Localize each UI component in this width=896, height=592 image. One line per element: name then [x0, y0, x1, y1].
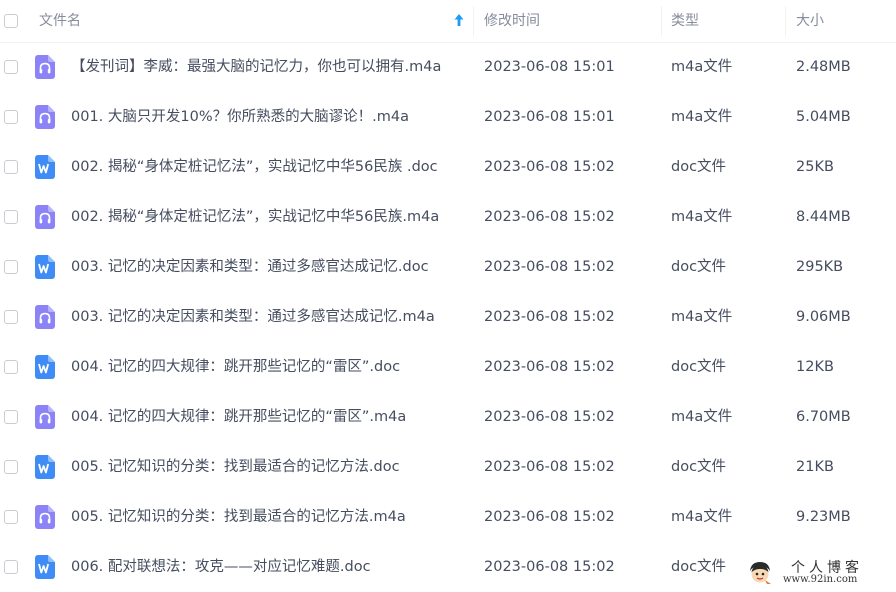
file-type: doc文件 [671, 559, 727, 575]
file-type: doc文件 [671, 159, 727, 175]
watermark: 个人博客 www.92in.com [747, 557, 896, 592]
file-size: 25KB [796, 159, 834, 175]
column-divider[interactable] [661, 6, 662, 36]
file-size: 6.70MB [796, 409, 851, 425]
cartoon-face-icon [750, 562, 771, 584]
file-size: 2.48MB [796, 59, 851, 75]
row-checkbox[interactable] [4, 210, 18, 224]
file-name[interactable]: 004. 记忆的四大规律：跳开那些记忆的“雷区”.doc [71, 342, 400, 392]
file-name[interactable]: 004. 记忆的四大规律：跳开那些记忆的“雷区”.m4a [71, 392, 406, 442]
row-checkbox[interactable] [4, 310, 18, 324]
row-checkbox[interactable] [4, 60, 18, 74]
file-name[interactable]: 002. 揭秘“身体定桩记忆法”，实战记忆中华56民族 .doc [71, 142, 438, 192]
file-row[interactable]: 005. 记忆知识的分类：找到最适合的记忆方法.doc 2023-06-08 15… [0, 442, 896, 492]
word-doc-icon [35, 555, 55, 579]
audio-file-icon [35, 105, 55, 129]
audio-file-icon [35, 205, 55, 229]
column-header-size[interactable]: 大小 [796, 0, 824, 42]
file-name[interactable]: 001. 大脑只开发10%？你所熟悉的大脑谬论！.m4a [71, 92, 409, 142]
file-size: 5.04MB [796, 109, 851, 125]
file-row[interactable]: 004. 记忆的四大规律：跳开那些记忆的“雷区”.doc 2023-06-08 1… [0, 342, 896, 392]
file-type: m4a文件 [671, 209, 733, 225]
file-size: 8.44MB [796, 209, 851, 225]
file-modified-time: 2023-06-08 15:01 [484, 59, 615, 75]
file-row[interactable]: 002. 揭秘“身体定桩记忆法”，实战记忆中华56民族 .doc 2023-06-… [0, 142, 896, 192]
file-type: m4a文件 [671, 309, 733, 325]
column-header-type[interactable]: 类型 [671, 0, 699, 42]
file-modified-time: 2023-06-08 15:02 [484, 309, 615, 325]
watermark-url: www.92in.com [783, 574, 858, 585]
row-checkbox[interactable] [4, 560, 18, 574]
file-row[interactable]: 003. 记忆的决定因素和类型：通过多感官达成记忆.doc 2023-06-08 … [0, 242, 896, 292]
file-modified-time: 2023-06-08 15:01 [484, 109, 615, 125]
file-size: 9.06MB [796, 309, 851, 325]
audio-file-icon [35, 55, 55, 79]
row-checkbox[interactable] [4, 360, 18, 374]
file-name[interactable]: 005. 记忆知识的分类：找到最适合的记忆方法.m4a [71, 492, 406, 542]
select-all-checkbox[interactable] [4, 14, 18, 28]
file-type: m4a文件 [671, 59, 733, 75]
column-header-name[interactable]: 文件名 [39, 0, 81, 42]
column-divider[interactable] [473, 6, 474, 36]
file-row[interactable]: 005. 记忆知识的分类：找到最适合的记忆方法.m4a 2023-06-08 15… [0, 492, 896, 542]
file-size: 12KB [796, 359, 834, 375]
file-modified-time: 2023-06-08 15:02 [484, 359, 615, 375]
row-checkbox[interactable] [4, 110, 18, 124]
audio-file-icon [35, 405, 55, 429]
file-type: m4a文件 [671, 109, 733, 125]
file-row[interactable]: 003. 记忆的决定因素和类型：通过多感官达成记忆.m4a 2023-06-08 … [0, 292, 896, 342]
file-name[interactable]: 【发刊词】李威：最强大脑的记忆力，你也可以拥有.m4a [71, 42, 441, 92]
file-name[interactable]: 003. 记忆的决定因素和类型：通过多感官达成记忆.m4a [71, 292, 435, 342]
file-modified-time: 2023-06-08 15:02 [484, 509, 615, 525]
file-type: doc文件 [671, 359, 727, 375]
column-header-modified-time[interactable]: 修改时间 [484, 0, 540, 42]
file-name[interactable]: 003. 记忆的决定因素和类型：通过多感官达成记忆.doc [71, 242, 429, 292]
file-type: m4a文件 [671, 509, 733, 525]
word-doc-icon [35, 155, 55, 179]
file-row[interactable]: 002. 揭秘“身体定桩记忆法”，实战记忆中华56民族.m4a 2023-06-0… [0, 192, 896, 242]
row-checkbox[interactable] [4, 510, 18, 524]
file-modified-time: 2023-06-08 15:02 [484, 559, 615, 575]
file-modified-time: 2023-06-08 15:02 [484, 209, 615, 225]
file-name[interactable]: 002. 揭秘“身体定桩记忆法”，实战记忆中华56民族.m4a [71, 192, 439, 242]
file-modified-time: 2023-06-08 15:02 [484, 259, 615, 275]
audio-file-icon [35, 305, 55, 329]
row-checkbox[interactable] [4, 160, 18, 174]
file-size: 295KB [796, 259, 844, 275]
file-type: m4a文件 [671, 409, 733, 425]
column-divider[interactable] [785, 6, 786, 36]
file-name[interactable]: 005. 记忆知识的分类：找到最适合的记忆方法.doc [71, 442, 400, 492]
audio-file-icon [35, 505, 55, 529]
file-size: 21KB [796, 459, 834, 475]
file-row[interactable]: 004. 记忆的四大规律：跳开那些记忆的“雷区”.m4a 2023-06-08 1… [0, 392, 896, 442]
file-size: 9.23MB [796, 509, 851, 525]
file-modified-time: 2023-06-08 15:02 [484, 159, 615, 175]
sort-ascending-icon[interactable] [453, 13, 465, 27]
word-doc-icon [35, 355, 55, 379]
file-modified-time: 2023-06-08 15:02 [484, 459, 615, 475]
file-list-header: 文件名 修改时间 类型 大小 [0, 0, 896, 43]
file-row[interactable]: 【发刊词】李威：最强大脑的记忆力，你也可以拥有.m4a 2023-06-08 15… [0, 42, 896, 92]
word-doc-icon [35, 255, 55, 279]
file-type: doc文件 [671, 459, 727, 475]
word-doc-icon [35, 455, 55, 479]
row-checkbox[interactable] [4, 260, 18, 274]
file-row[interactable]: 001. 大脑只开发10%？你所熟悉的大脑谬论！.m4a 2023-06-08 1… [0, 92, 896, 142]
file-type: doc文件 [671, 259, 727, 275]
row-checkbox[interactable] [4, 460, 18, 474]
row-checkbox[interactable] [4, 410, 18, 424]
file-modified-time: 2023-06-08 15:02 [484, 409, 615, 425]
file-name[interactable]: 006. 配对联想法：攻克——对应记忆难题.doc [71, 542, 371, 592]
